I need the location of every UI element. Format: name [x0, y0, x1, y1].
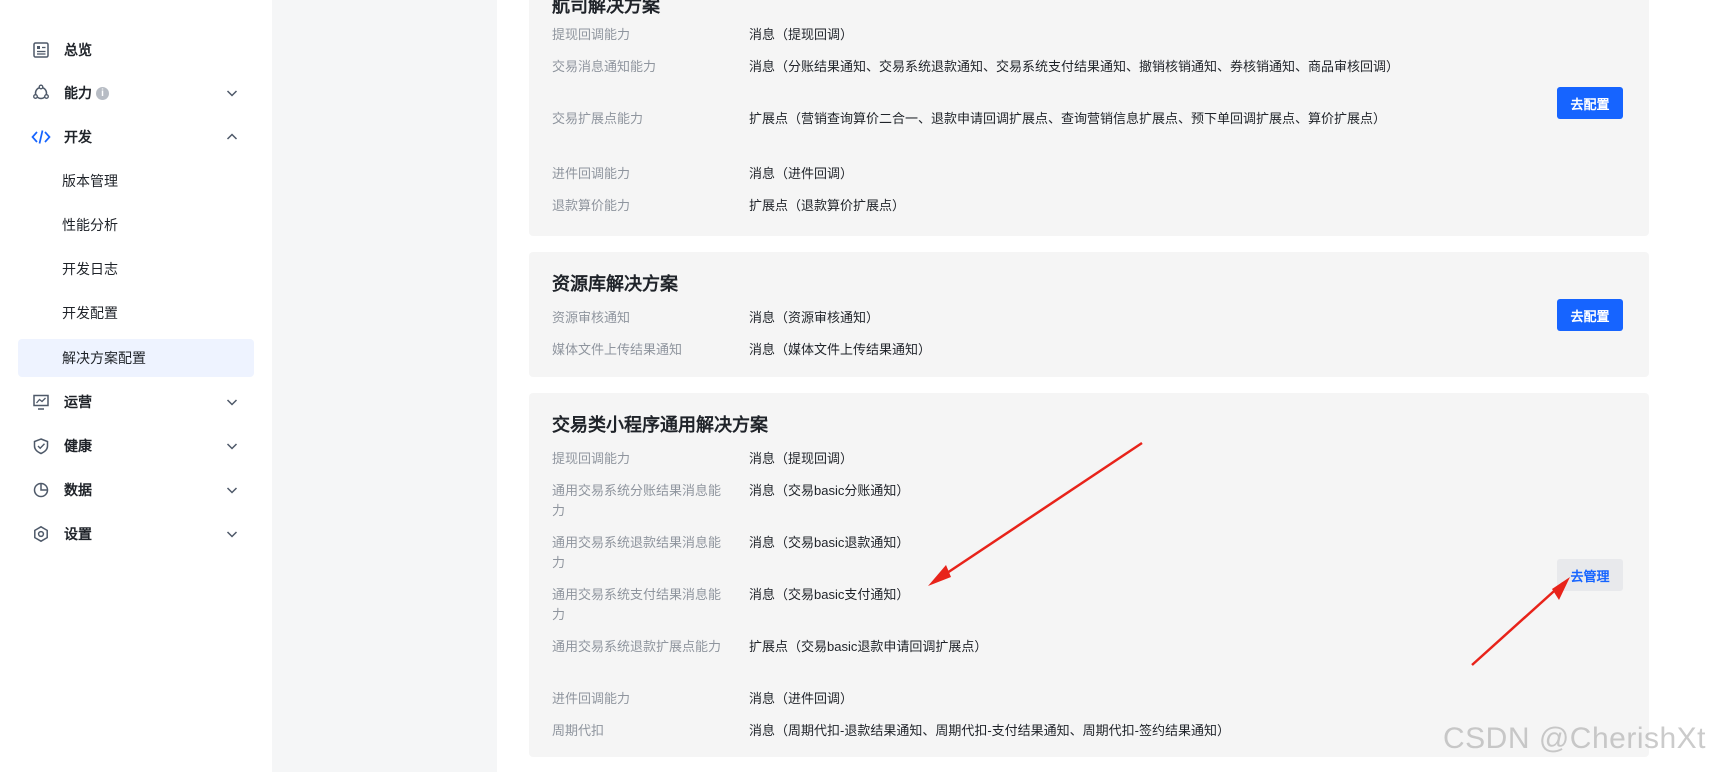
row-value: 消息（分账结果通知、交易系统退款通知、交易系统支付结果通知、撤销核销通知、券核销…	[749, 59, 1400, 74]
row-value: 消息（周期代扣-退款结果通知、周期代扣-支付结果通知、周期代扣-签约结果通知）	[749, 723, 1230, 738]
sidebar-subitem-label: 开发日志	[62, 261, 118, 277]
row-value: 扩展点（交易basic退款申请回调扩展点）	[749, 639, 988, 654]
row-label: 进件回调能力	[552, 166, 631, 181]
sidebar-item-health[interactable]: 健康	[18, 427, 254, 465]
sidebar-item-develop[interactable]: 开发	[18, 118, 254, 156]
overview-icon	[30, 39, 52, 61]
sidebar-item-capability[interactable]: 能力 i	[18, 74, 254, 112]
card-title: 航司解决方案	[552, 0, 660, 16]
code-icon	[30, 126, 52, 148]
sidebar-subitem-label: 版本管理	[62, 173, 118, 189]
row-value: 消息（交易basic退款通知）	[749, 535, 910, 550]
sidebar-item-label: 设置	[64, 526, 92, 542]
row-value: 消息（媒体文件上传结果通知）	[749, 342, 932, 357]
row-value: 消息（提现回调）	[749, 451, 854, 466]
sidebar-item-overview[interactable]: 总览	[18, 31, 254, 69]
row-label: 通用交易系统退款扩展点能力	[552, 639, 722, 654]
right-padding	[1664, 0, 1709, 772]
capability-icon	[30, 82, 52, 104]
sidebar-item-label: 数据	[64, 482, 92, 498]
sidebar-item-label: 总览	[64, 42, 92, 58]
chevron-down-icon[interactable]	[224, 394, 240, 410]
solution-card-trade-miniapp: 交易类小程序通用解决方案 提现回调能力 消息（提现回调） 通用交易系统分账结果消…	[529, 393, 1649, 757]
solution-card-airline: 航司解决方案 提现回调能力 消息（提现回调） 交易消息通知能力 消息（分账结果通…	[529, 0, 1649, 236]
card-title: 交易类小程序通用解决方案	[552, 415, 768, 435]
row-label: 周期代扣	[552, 723, 605, 738]
row-value: 扩展点（营销查询算价二合一、退款申请回调扩展点、查询营销信息扩展点、预下单回调扩…	[749, 111, 1387, 126]
sidebar-subitem-version[interactable]: 版本管理	[18, 162, 254, 200]
sidebar-subitem-devlog[interactable]: 开发日志	[18, 250, 254, 288]
row-label: 进件回调能力	[552, 691, 631, 706]
chevron-down-icon[interactable]	[224, 85, 240, 101]
sidebar-item-operations[interactable]: 运营	[18, 383, 254, 421]
sidebar-subitem-performance[interactable]: 性能分析	[18, 206, 254, 244]
row-label: 提现回调能力	[552, 451, 631, 466]
row-value: 消息（提现回调）	[749, 27, 854, 42]
operations-icon	[30, 391, 52, 413]
sidebar-subitem-solution-config[interactable]: 解决方案配置	[18, 339, 254, 377]
configure-button[interactable]: 去配置	[1557, 87, 1623, 119]
row-value: 消息（交易basic支付通知）	[749, 587, 910, 602]
sidebar-item-settings[interactable]: 设置	[18, 515, 254, 553]
sidebar-item-label: 健康	[64, 438, 92, 454]
row-value: 扩展点（退款算价扩展点）	[749, 198, 906, 213]
chevron-down-icon[interactable]	[224, 438, 240, 454]
row-value: 消息（交易basic分账通知）	[749, 483, 910, 498]
row-label: 通用交易系统分账结果消息能力	[552, 483, 722, 518]
chevron-down-icon[interactable]	[224, 482, 240, 498]
sidebar-item-label: 能力	[64, 85, 92, 101]
row-label: 通用交易系统支付结果消息能力	[552, 587, 722, 622]
sidebar: 总览 能力 i 开发 版本管理 性能分析 开发日志 开发配置 解决方案配置 运营…	[0, 0, 272, 772]
health-icon	[30, 435, 52, 457]
watermark: CSDN @CherishXt	[1443, 722, 1707, 755]
sidebar-item-data[interactable]: 数据	[18, 471, 254, 509]
chevron-up-icon[interactable]	[224, 129, 240, 145]
main-content: 航司解决方案 提现回调能力 消息（提现回调） 交易消息通知能力 消息（分账结果通…	[497, 0, 1664, 772]
sidebar-item-label: 运营	[64, 394, 92, 410]
sidebar-subitem-label: 开发配置	[62, 305, 118, 321]
manage-button[interactable]: 去管理	[1557, 559, 1623, 591]
row-label: 媒体文件上传结果通知	[552, 342, 683, 357]
chevron-down-icon[interactable]	[224, 526, 240, 542]
configure-button[interactable]: 去配置	[1557, 299, 1623, 331]
row-value: 消息（进件回调）	[749, 691, 854, 706]
card-title: 资源库解决方案	[552, 274, 678, 294]
row-label: 退款算价能力	[552, 198, 631, 213]
row-label: 交易扩展点能力	[552, 111, 644, 126]
row-label: 提现回调能力	[552, 27, 631, 42]
sidebar-item-label: 开发	[64, 129, 92, 145]
sidebar-subitem-label: 性能分析	[62, 217, 118, 233]
row-label: 通用交易系统退款结果消息能力	[552, 535, 722, 570]
data-icon	[30, 479, 52, 501]
content-gutter	[272, 0, 497, 772]
sidebar-subitem-label: 解决方案配置	[62, 350, 146, 366]
info-icon[interactable]: i	[96, 86, 109, 100]
row-value: 消息（资源审核通知）	[749, 310, 880, 325]
row-label: 交易消息通知能力	[552, 59, 657, 74]
row-value: 消息（进件回调）	[749, 166, 854, 181]
row-label: 资源审核通知	[552, 310, 631, 325]
settings-icon	[30, 523, 52, 545]
sidebar-subitem-devconfig[interactable]: 开发配置	[18, 294, 254, 332]
solution-card-resource-library: 资源库解决方案 资源审核通知 消息（资源审核通知） 媒体文件上传结果通知 消息（…	[529, 252, 1649, 377]
